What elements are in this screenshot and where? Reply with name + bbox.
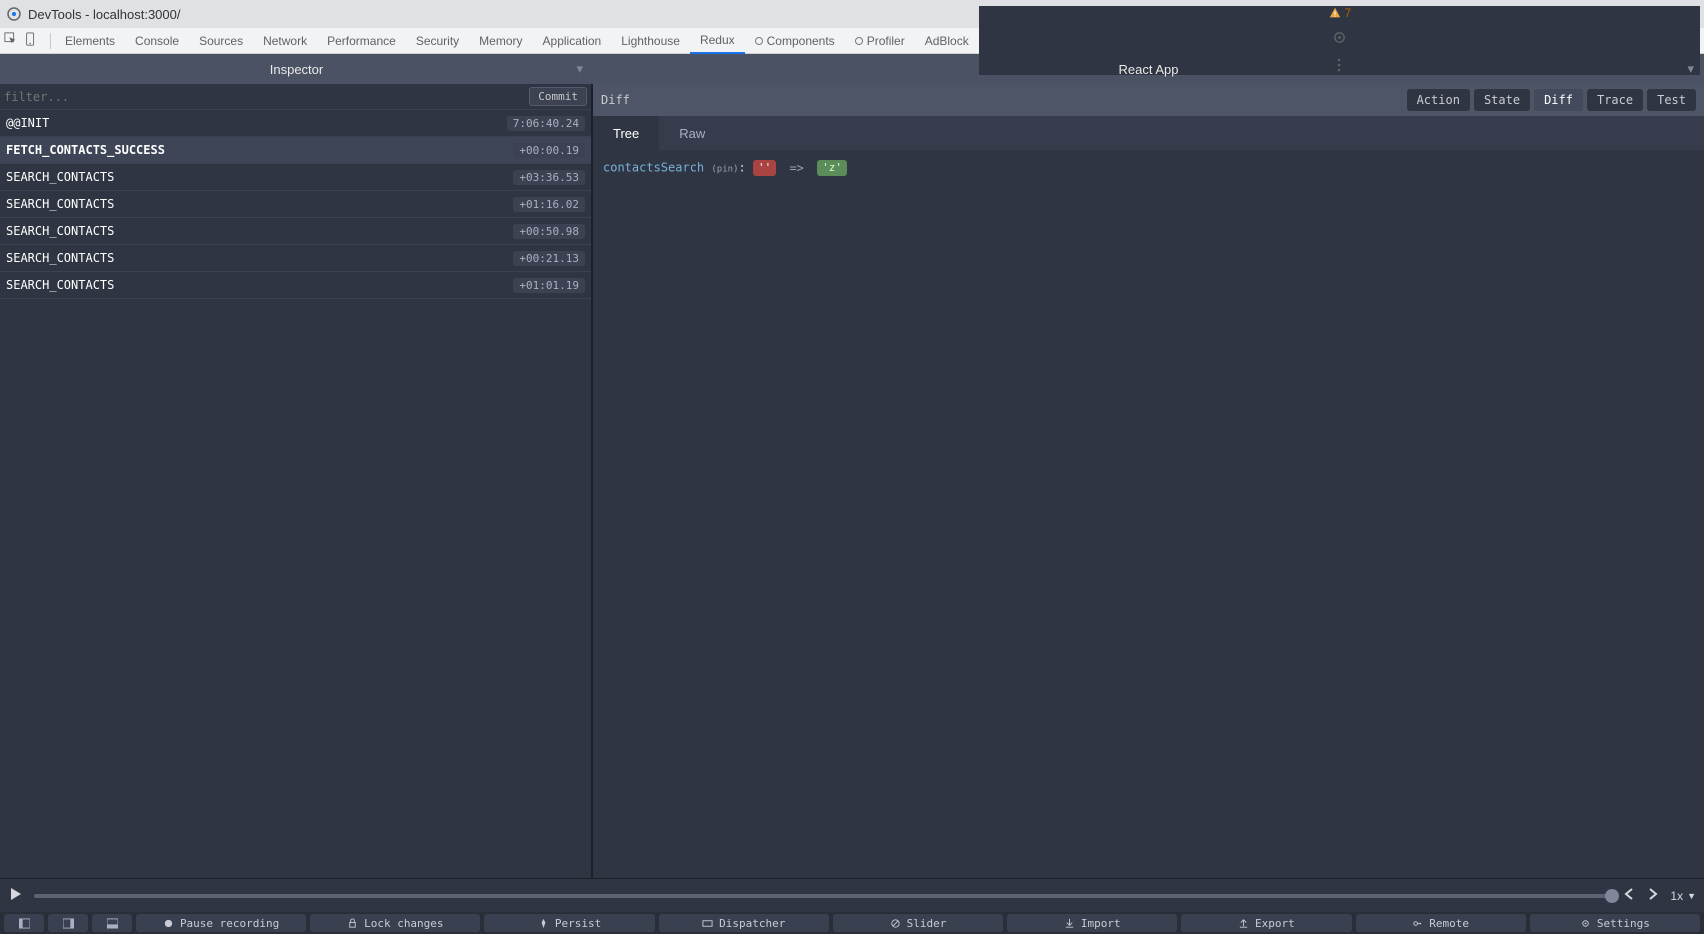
bottom-export-button[interactable]: Export	[1181, 914, 1351, 932]
action-name: SEARCH_CONTACTS	[6, 197, 114, 211]
devtools-tabbar: ElementsConsoleSourcesNetworkPerformance…	[0, 28, 1704, 54]
action-row[interactable]: SEARCH_CONTACTS +01:01.19	[0, 272, 591, 299]
action-time: +00:00.19	[513, 143, 585, 158]
devtools-tab-application[interactable]: Application	[533, 28, 612, 54]
action-time: +01:01.19	[513, 278, 585, 293]
diff-new-value: 'z'	[817, 160, 847, 176]
devtools-tab-redux[interactable]: Redux	[690, 28, 745, 54]
react-badge-icon	[855, 37, 863, 45]
devtools-tab-memory[interactable]: Memory	[469, 28, 532, 54]
timeline-bar: 1x ▼	[0, 878, 1704, 912]
timeline-slider[interactable]	[34, 894, 1612, 898]
action-time: +03:36.53	[513, 170, 585, 185]
action-row[interactable]: FETCH_CONTACTS_SUCCESS +00:00.19	[0, 137, 591, 164]
action-row[interactable]: @@INIT 7:06:40.24	[0, 110, 591, 137]
detail-header-label: Diff	[601, 93, 630, 107]
app-icon	[6, 6, 22, 22]
view-tab-state[interactable]: State	[1474, 89, 1530, 111]
bottom-settings-button[interactable]: Settings	[1530, 914, 1700, 932]
diff-tree: contactsSearch (pin): '' => 'z'	[593, 150, 1704, 186]
inspector-dropdown-icon[interactable]: ▾	[576, 61, 583, 77]
devtools-tab-elements[interactable]: Elements	[55, 28, 125, 54]
warnings-count: 7	[1345, 6, 1352, 20]
devtools-tab-lighthouse[interactable]: Lighthouse	[611, 28, 690, 54]
bottom-lock-changes-button[interactable]: Lock changes	[310, 914, 480, 932]
app-selector-title: React App	[1119, 62, 1179, 77]
warnings-badge[interactable]: 7	[1328, 6, 1352, 20]
filter-input[interactable]	[0, 90, 529, 104]
action-time: 7:06:40.24	[507, 116, 585, 131]
devtools-tab-adblock[interactable]: AdBlock	[915, 28, 979, 54]
devtools-tab-components[interactable]: Components	[745, 28, 845, 54]
step-back-button[interactable]	[1622, 887, 1636, 904]
devtools-tab-performance[interactable]: Performance	[317, 28, 406, 54]
view-tab-diff[interactable]: Diff	[1534, 89, 1583, 111]
diff-arrow: =>	[789, 161, 803, 175]
action-time: +00:50.98	[513, 224, 585, 239]
bottom-persist-button[interactable]: Persist	[484, 914, 654, 932]
devtools-tab-profiler[interactable]: Profiler	[845, 28, 915, 54]
view-tab-trace[interactable]: Trace	[1587, 89, 1643, 111]
app-dropdown-icon[interactable]: ▾	[1687, 61, 1694, 77]
bottom-pause-recording-button[interactable]: Pause recording	[136, 914, 306, 932]
tree-tab[interactable]: Tree	[593, 116, 659, 150]
action-row[interactable]: SEARCH_CONTACTS +00:21.13	[0, 245, 591, 272]
slider-thumb[interactable]	[1605, 889, 1619, 903]
action-name: SEARCH_CONTACTS	[6, 224, 114, 238]
detail-panel: Diff ActionStateDiffTraceTest Tree Raw c…	[593, 84, 1704, 878]
bottom-import-button[interactable]: Import	[1007, 914, 1177, 932]
raw-tab[interactable]: Raw	[659, 116, 725, 150]
diff-key: contactsSearch	[603, 161, 704, 175]
devtools-tab-sources[interactable]: Sources	[189, 28, 253, 54]
bottom-remote-button[interactable]: Remote	[1356, 914, 1526, 932]
bottom-toolbar: Pause recordingLock changesPersist Dispat…	[0, 912, 1704, 934]
action-time: +00:21.13	[513, 251, 585, 266]
bottom-dispatcher-button[interactable]: Dispatcher	[659, 914, 829, 932]
pin-label[interactable]: (pin)	[711, 165, 738, 175]
bottom-slider-button[interactable]: Slider	[833, 914, 1003, 932]
devtools-tab-network[interactable]: Network	[253, 28, 317, 54]
devtools-tab-console[interactable]: Console	[125, 28, 189, 54]
device-icon[interactable]	[24, 32, 38, 49]
action-name: FETCH_CONTACTS_SUCCESS	[6, 143, 165, 157]
step-forward-button[interactable]	[1646, 887, 1660, 904]
react-badge-icon	[755, 37, 763, 45]
action-name: SEARCH_CONTACTS	[6, 170, 114, 184]
action-name: SEARCH_CONTACTS	[6, 251, 114, 265]
layout-right-button[interactable]	[48, 914, 88, 932]
diff-old-value: ''	[753, 160, 776, 176]
action-time: +01:16.02	[513, 197, 585, 212]
panel-headers: Inspector ▾ React App ▾	[0, 54, 1704, 84]
layout-left-button[interactable]	[4, 914, 44, 932]
action-row[interactable]: SEARCH_CONTACTS +03:36.53	[0, 164, 591, 191]
action-name: @@INIT	[6, 116, 49, 130]
action-row[interactable]: SEARCH_CONTACTS +01:16.02	[0, 191, 591, 218]
inspect-icon[interactable]	[4, 32, 18, 49]
play-button[interactable]	[8, 886, 24, 905]
devtools-tab-security[interactable]: Security	[406, 28, 469, 54]
view-tab-action[interactable]: Action	[1407, 89, 1470, 111]
speed-selector[interactable]: 1x ▼	[1670, 889, 1696, 903]
commit-button[interactable]: Commit	[529, 87, 587, 106]
view-tab-test[interactable]: Test	[1647, 89, 1696, 111]
layout-bottom-button[interactable]	[92, 914, 132, 932]
inspector-title: Inspector	[270, 62, 323, 77]
action-row[interactable]: SEARCH_CONTACTS +00:50.98	[0, 218, 591, 245]
inspector-panel: Commit @@INIT 7:06:40.24 FETCH_CONTACTS_SU…	[0, 84, 593, 878]
action-name: SEARCH_CONTACTS	[6, 278, 114, 292]
settings-gear-icon[interactable]	[1332, 30, 1347, 48]
